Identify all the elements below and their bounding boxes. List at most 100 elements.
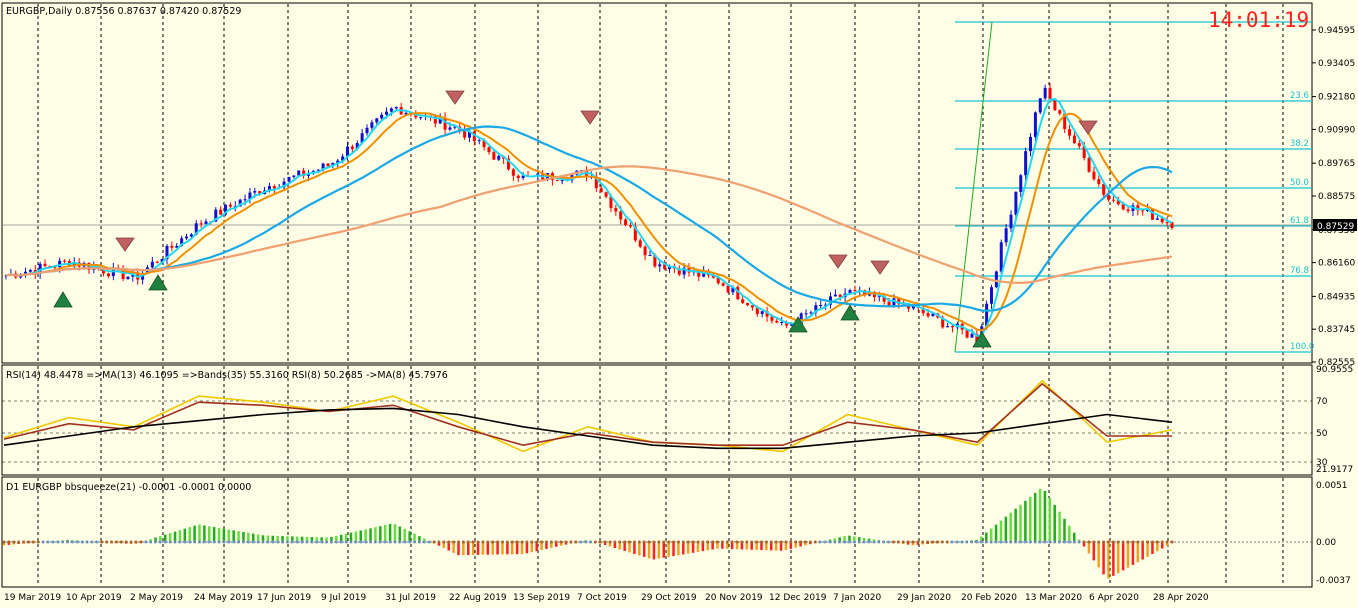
squeeze-tick-label: -0.0037 — [1316, 576, 1351, 586]
candle-body — [185, 236, 189, 239]
candle-body — [775, 320, 779, 323]
squeeze-tick-label: 0.00 — [1316, 538, 1336, 548]
candle-body — [365, 127, 369, 134]
price-tick-label: 0.89765 — [1318, 159, 1355, 169]
candle-body — [253, 191, 257, 193]
chart-canvas[interactable]: 23.6 38.2 50.0 61.8 76.8 100.0 0.94595 0.93405… — [0, 0, 1358, 608]
time-axis-label: 28 Apr 2020 — [1153, 593, 1209, 603]
candle-body — [1092, 171, 1096, 180]
time-axis-label: 19 Mar 2019 — [4, 593, 61, 603]
time-axis-label: 13 Sep 2019 — [513, 593, 570, 603]
candle-body — [926, 313, 930, 317]
candle-body — [448, 127, 452, 130]
candle-body — [1053, 99, 1057, 111]
candle-body — [326, 163, 330, 167]
time-axis-label: 20 Nov 2019 — [705, 593, 763, 603]
price-tick-label: 0.84935 — [1318, 292, 1355, 302]
candle-body — [1014, 191, 1018, 215]
candle-body — [560, 180, 564, 182]
fib-level-label: 76.8 — [1290, 266, 1309, 276]
candle-body — [477, 140, 481, 142]
candle-body — [1097, 179, 1101, 184]
candle-body — [150, 261, 154, 268]
candle-body — [638, 240, 642, 247]
candle-body — [287, 176, 291, 182]
candle-body — [726, 285, 730, 293]
fib-level-label: 23.6 — [1290, 91, 1309, 101]
rsi-tick-label: 90.9555 — [1316, 365, 1353, 375]
candle-body — [833, 294, 837, 297]
candle-body — [780, 322, 784, 324]
price-tick-label: 0.90990 — [1318, 125, 1355, 135]
candle-body — [385, 111, 389, 115]
candle-body — [516, 175, 520, 179]
candle-body — [394, 107, 398, 109]
candle-body — [741, 299, 745, 304]
candle-body — [1058, 110, 1062, 114]
candle-body — [624, 219, 628, 226]
candle-body — [1072, 135, 1076, 144]
rsi-tick-label: 70 — [1316, 397, 1328, 407]
candle-body — [1043, 87, 1047, 99]
time-axis-label: 17 Jun 2019 — [257, 593, 311, 603]
time-axis-label: 12 Dec 2019 — [769, 593, 827, 603]
time-axis-label: 22 Aug 2019 — [449, 593, 507, 603]
time-axis-label: 7 Jan 2020 — [833, 593, 881, 603]
main-panel[interactable] — [1, 2, 1313, 364]
candle-body — [243, 199, 247, 201]
candle-body — [970, 334, 974, 338]
candle-body — [658, 264, 662, 267]
candle-body — [1087, 158, 1091, 172]
chart-window[interactable]: 23.6 38.2 50.0 61.8 76.8 100.0 0.94595 0.93405… — [0, 0, 1358, 608]
fib-level-label: 50.0 — [1290, 178, 1309, 188]
price-tick-label: 0.92180 — [1318, 93, 1355, 103]
time-axis-label: 9 Jul 2019 — [321, 593, 366, 603]
candle-body — [419, 117, 423, 119]
candle-body — [614, 207, 618, 212]
fib-level-label: 61.8 — [1290, 216, 1309, 226]
price-tick-label: 0.93405 — [1318, 59, 1355, 69]
candle-body — [272, 186, 276, 189]
candle-body — [350, 146, 354, 149]
time-axis-label: 10 Apr 2019 — [66, 593, 122, 603]
candle-body — [721, 283, 725, 286]
candle-body — [1077, 143, 1081, 147]
candle-body — [106, 273, 110, 277]
candle-body — [1009, 214, 1013, 229]
candle-body — [1111, 199, 1115, 201]
candle-body — [199, 223, 203, 225]
candle-body — [228, 204, 232, 207]
candle-body — [604, 192, 608, 197]
candle-body — [819, 305, 823, 307]
time-axis-label: 20 Feb 2020 — [961, 593, 1017, 603]
candle-body — [375, 118, 379, 123]
time-axis-label: 29 Oct 2019 — [641, 593, 697, 603]
price-tick-label: 0.94595 — [1318, 26, 1355, 36]
candle-body — [950, 326, 954, 328]
candle-body — [1038, 98, 1042, 113]
candle-body — [28, 270, 32, 272]
candle-body — [204, 221, 208, 225]
candle-body — [599, 188, 603, 193]
candle-body — [648, 254, 652, 256]
time-axis-label: 31 Jul 2019 — [385, 593, 436, 603]
fib-level-label: 38.2 — [1290, 139, 1309, 149]
time-axis-label: 24 May 2019 — [194, 593, 253, 603]
price-tick-label: 0.83745 — [1318, 325, 1355, 335]
time-axis-label: 6 Apr 2020 — [1089, 593, 1139, 603]
rsi-label: RSI(14) 48.4478 =>MA(13) 46.1095 =>Bands… — [6, 370, 448, 381]
candle-body — [643, 246, 647, 256]
candle-body — [43, 263, 47, 266]
candle-body — [853, 290, 857, 292]
candle-body — [389, 108, 393, 112]
rsi-tick-label: 21.9177 — [1316, 465, 1353, 475]
candle-body — [1068, 129, 1072, 136]
candle-body — [219, 209, 223, 215]
candle-body — [989, 287, 993, 304]
candle-body — [292, 175, 296, 177]
candle-body — [1004, 228, 1008, 243]
candle-body — [1033, 112, 1037, 137]
candle-body — [1155, 218, 1159, 220]
candle-body — [492, 152, 496, 160]
candle-body — [155, 261, 159, 263]
